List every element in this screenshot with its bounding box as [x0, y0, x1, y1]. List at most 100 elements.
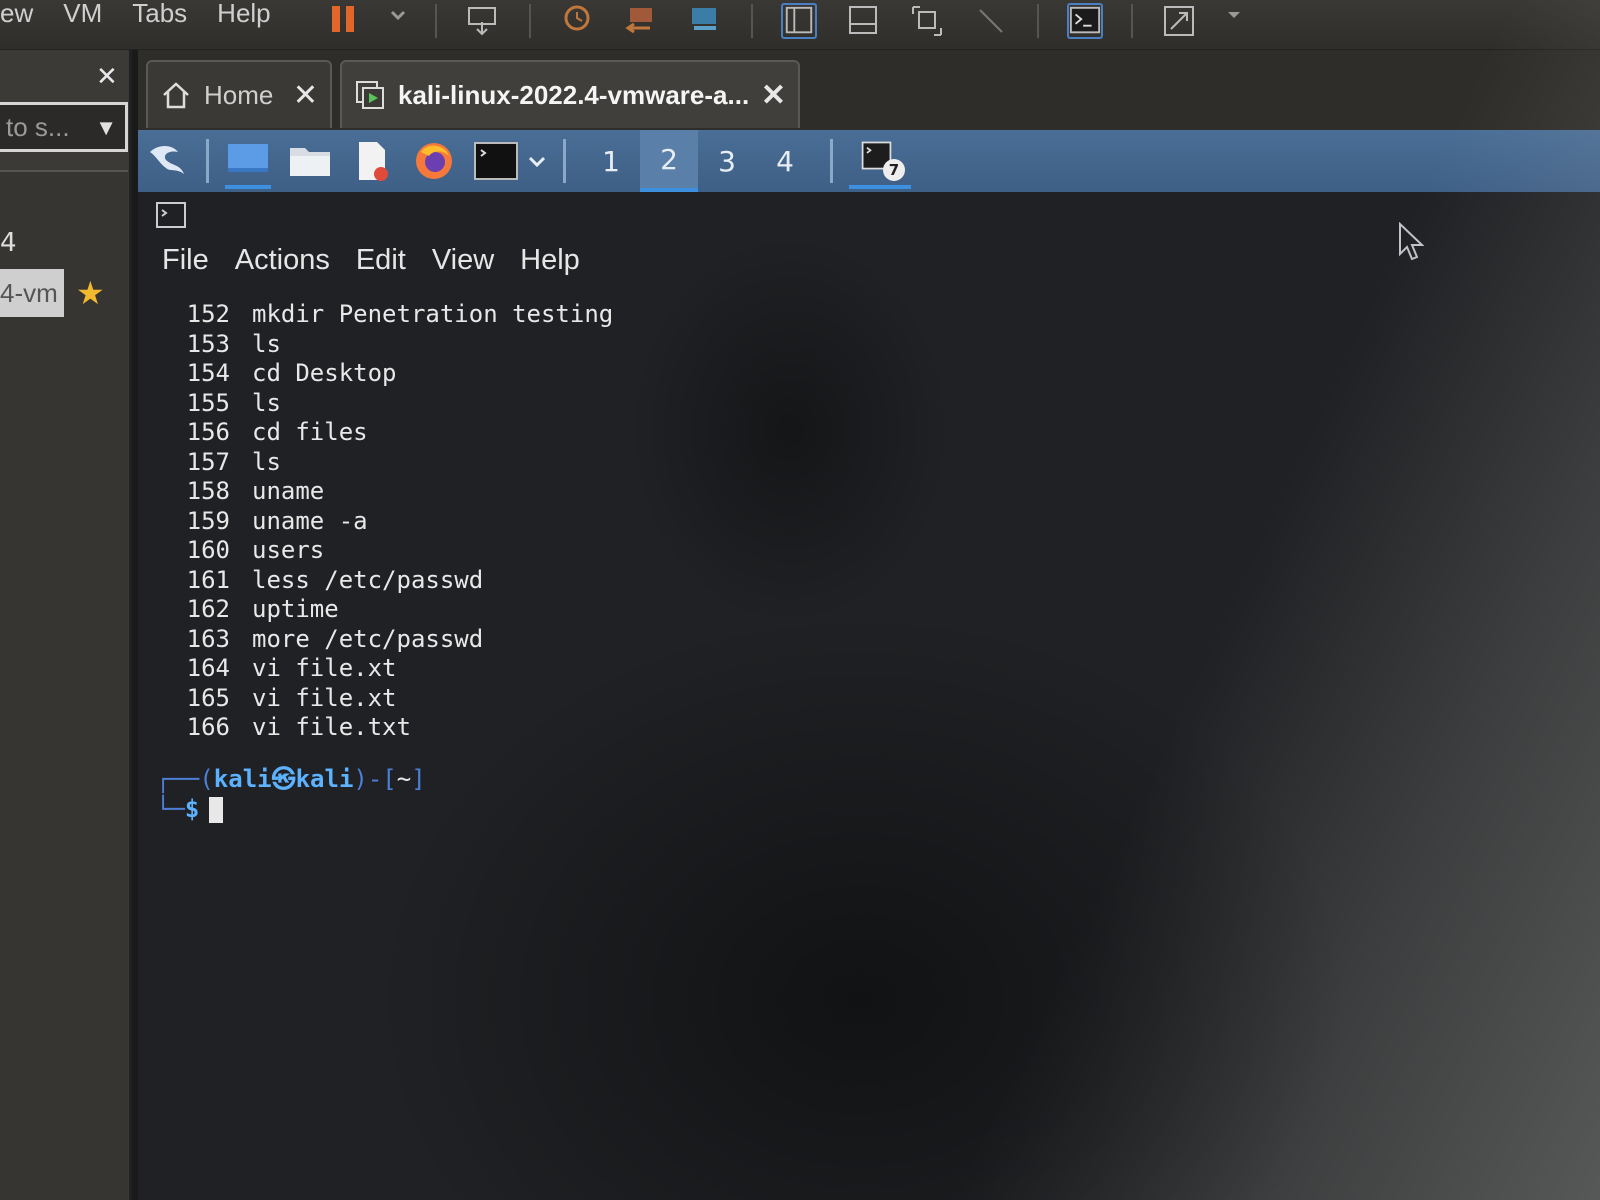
history-line: 161 less /etc/passwd — [178, 566, 613, 596]
menu-tabs[interactable]: Tabs — [132, 0, 187, 29]
menu-actions[interactable]: Actions — [235, 244, 330, 277]
workspace-3[interactable]: 3 — [698, 130, 756, 192]
history-number: 165 — [186, 683, 230, 712]
panel-divider — [563, 139, 566, 183]
thumbnail-icon[interactable] — [845, 3, 881, 39]
close-icon[interactable]: ✕ — [293, 78, 318, 113]
close-icon[interactable]: ✕ — [761, 78, 786, 113]
history-number: 161 — [186, 565, 230, 594]
prompt-line2-prefix: └─ — [156, 795, 185, 823]
menu-help[interactable]: Help — [217, 0, 270, 29]
history-number: 158 — [186, 477, 230, 505]
history-command: mkdir Penetration testing — [252, 300, 614, 328]
tab-label: kali-linux-2022.4-vmware-a... — [398, 79, 750, 110]
toolbar-divider — [1131, 4, 1133, 38]
history-number: 166 — [186, 713, 230, 741]
console-icon[interactable] — [1067, 3, 1103, 39]
history-command: ls — [252, 388, 281, 417]
terminal-menubar: File Actions Edit View Help — [162, 244, 580, 277]
history-number: 162 — [186, 595, 230, 623]
menu-view[interactable]: View — [432, 244, 494, 277]
prompt-user: kali㉿kali — [213, 765, 354, 793]
history-line: 164 vi file.xt — [178, 654, 613, 684]
text-editor-icon[interactable] — [349, 133, 395, 189]
text-cursor[interactable] — [209, 797, 224, 823]
send-keys-icon[interactable] — [465, 3, 501, 39]
library-tree[interactable]: 4 4-vm ★ — [0, 170, 128, 1200]
library-view-icon[interactable] — [781, 3, 817, 39]
history-line: 163 more /etc/passwd — [178, 625, 613, 655]
close-icon[interactable]: ✕ — [96, 62, 118, 92]
command-history: 152 mkdir Penetration testing 153 ls 154 cd D… — [178, 300, 614, 743]
history-command: cd files — [252, 418, 368, 446]
toolbar-divider — [435, 4, 437, 38]
history-number: 157 — [186, 447, 230, 476]
history-command: uname — [252, 477, 325, 505]
vmware-menubar: ew VM Tabs Help — [0, 0, 1600, 50]
chevron-down-icon[interactable]: ▼ — [95, 115, 117, 141]
manage-snapshots-icon[interactable] — [687, 3, 723, 39]
history-command: less /etc/passwd — [252, 565, 484, 594]
history-command: uptime — [252, 595, 339, 623]
history-number: 155 — [186, 388, 230, 417]
full-screen-icon[interactable] — [909, 3, 945, 39]
prompt-dollar: $ — [184, 795, 200, 823]
shell-prompt: ┌──(kali㉿kali)-[~] └─$ — [156, 764, 426, 824]
chevron-down-icon[interactable] — [1225, 3, 1243, 39]
terminal-window[interactable]: File Actions Edit View Help 152 mkdir Pen… — [138, 192, 1600, 1200]
history-command: vi file.xt — [252, 654, 397, 682]
snapshot-icon[interactable] — [559, 3, 595, 39]
tab-label: Home — [204, 79, 274, 110]
terminal-app-icon[interactable]: 7 — [849, 133, 911, 189]
prompt-prefix: ┌──( — [156, 765, 214, 793]
revert-icon[interactable] — [623, 3, 659, 39]
chevron-down-icon[interactable] — [389, 3, 407, 39]
history-number: 159 — [186, 506, 230, 535]
history-line: 154 cd Desktop — [178, 359, 613, 389]
menu-view[interactable]: ew — [0, 0, 33, 29]
file-manager-icon[interactable] — [287, 133, 333, 189]
firefox-icon[interactable] — [411, 133, 457, 189]
library-search-input[interactable]: to s... ▼ — [0, 102, 128, 152]
history-number: 156 — [186, 418, 230, 446]
workspace-4[interactable]: 4 — [756, 130, 814, 192]
terminal-icon[interactable] — [473, 133, 519, 189]
menu-file[interactable]: File — [162, 244, 209, 277]
history-command: ls — [252, 329, 281, 358]
tab-strip: Home ✕ kali-linux-2022.4-vmware-a... ✕ — [138, 50, 1600, 130]
prompt-sep: )-[ — [353, 765, 397, 793]
tab-kali-vm[interactable]: kali-linux-2022.4-vmware-a... ✕ — [340, 60, 800, 128]
history-line: 158 uname — [178, 477, 613, 507]
chevron-down-icon[interactable] — [527, 133, 547, 189]
toolbar-divider — [529, 4, 531, 38]
stretch-icon[interactable] — [1161, 3, 1197, 39]
favorite-star-icon[interactable]: ★ — [76, 274, 105, 312]
show-desktop-icon[interactable] — [225, 133, 271, 189]
prompt-dir: ~ — [396, 765, 412, 793]
menu-edit[interactable]: Edit — [356, 244, 406, 277]
history-command: ls — [252, 447, 281, 476]
history-command: uname -a — [252, 506, 368, 535]
pause-icon[interactable] — [325, 3, 361, 39]
window-count-badge: 7 — [883, 159, 905, 181]
mouse-pointer-icon — [1399, 222, 1424, 261]
tab-home[interactable]: Home ✕ — [146, 60, 332, 128]
kali-dragon-icon[interactable] — [144, 133, 190, 189]
workspace-1[interactable]: 1 — [582, 130, 640, 192]
history-command: cd Desktop — [252, 359, 397, 387]
menu-vm[interactable]: VM — [63, 0, 102, 29]
kali-panel: 1 2 3 4 7 — [138, 130, 1600, 192]
tree-item-fragment[interactable]: 4 — [0, 228, 17, 258]
menu-help[interactable]: Help — [520, 244, 580, 277]
history-line: 157 ls — [178, 448, 613, 478]
history-line: 152 mkdir Penetration testing — [178, 300, 614, 330]
library-search-value: to s... — [6, 111, 70, 142]
history-number: 164 — [186, 654, 230, 682]
unity-icon[interactable] — [973, 3, 1009, 39]
toolbar-divider — [751, 4, 753, 38]
history-number: 160 — [186, 536, 230, 564]
workspace-2[interactable]: 2 — [640, 130, 698, 192]
prompt-end: ] — [411, 765, 426, 793]
tree-item-vm[interactable]: 4-vm — [0, 269, 64, 317]
history-line: 156 cd files — [178, 418, 613, 448]
